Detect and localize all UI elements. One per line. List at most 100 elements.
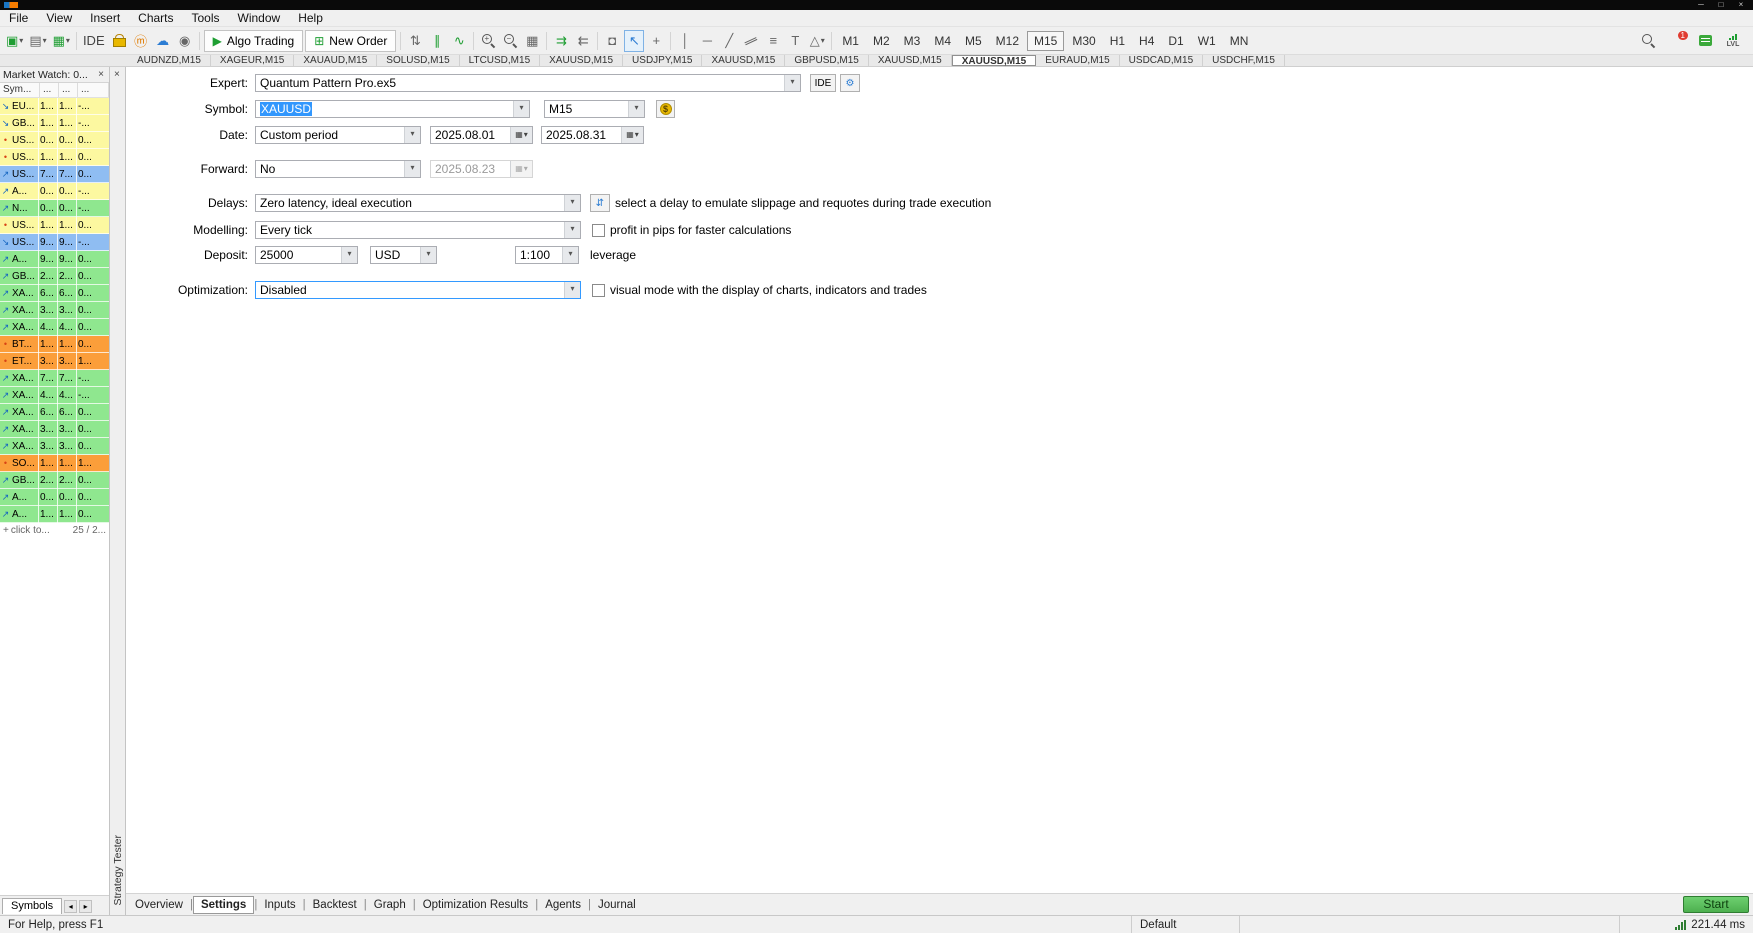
timeframe-button-m4[interactable]: M4 [928, 31, 957, 51]
chart-tab[interactable]: LTCUSD,M15 [460, 55, 541, 66]
chart-tab[interactable]: AUDNZD,M15 [128, 55, 211, 66]
cursor-button[interactable]: ↖ [624, 29, 645, 52]
zoom-out-button[interactable]: − [500, 30, 520, 52]
close-market-watch-button[interactable]: × [96, 69, 106, 80]
menu-window[interactable]: Window [229, 10, 290, 27]
expert-properties-button[interactable]: ⚙ [840, 74, 860, 92]
visual-mode-label[interactable]: visual mode with the display of charts, … [610, 281, 927, 299]
market-watch-row[interactable]: • ET... 3... 3... 1... [0, 353, 109, 370]
chart-tab[interactable]: USDCHF,M15 [1203, 55, 1285, 66]
timeframe-button-h1[interactable]: H1 [1104, 31, 1131, 51]
new-chart-button[interactable]: ▣ ▾ [4, 30, 25, 52]
depth-of-market-button[interactable]: ⇅ [405, 30, 425, 52]
deposit-currency-dropdown[interactable]: USD ▾ [370, 246, 437, 264]
add-symbol-button[interactable]: + click to... [3, 523, 50, 538]
chevron-down-icon[interactable]: ▾ [564, 195, 580, 211]
chevron-down-icon[interactable]: ▾ [628, 101, 644, 117]
cloud-button[interactable]: ☁ [153, 30, 173, 52]
market-watch-row[interactable]: ↘ EU... 1... 1... -... [0, 98, 109, 115]
chart-tab[interactable]: GBPUSD,M15 [785, 55, 869, 66]
trend-line-button[interactable]: ╱ [719, 30, 739, 52]
algo-trading-button[interactable]: ▶ Algo Trading [203, 29, 304, 52]
market-watch-row[interactable]: ↗ XA... 3... 3... 0... [0, 302, 109, 319]
market-watch-row[interactable]: ↗ XA... 4... 4... -... [0, 387, 109, 404]
profit-in-pips-checkbox[interactable] [592, 224, 605, 237]
chevron-down-icon[interactable]: ▾ [404, 161, 420, 177]
deposit-amount-dropdown[interactable]: 25000 ▾ [255, 246, 358, 264]
market-watch-row[interactable]: ↗ A... 0... 0... -... [0, 183, 109, 200]
tester-tab-optimization-results[interactable]: Optimization Results [416, 896, 535, 914]
delays-dropdown[interactable]: Zero latency, ideal execution ▾ [255, 194, 581, 212]
market-watch-row[interactable]: ↗ XA... 6... 6... 0... [0, 404, 109, 421]
templates-button[interactable]: ▦ ▾ [51, 30, 72, 52]
period-dropdown[interactable]: M15 ▾ [544, 100, 645, 118]
fibonacci-button[interactable]: ≡ [763, 30, 783, 52]
chart-tab[interactable]: XAUUSD,M15 [702, 55, 786, 66]
market-watch-row[interactable]: ↘ GB... 1... 1... -... [0, 115, 109, 132]
market-watch-row[interactable]: ↗ A... 1... 1... 0... [0, 506, 109, 523]
market-watch-row[interactable]: ↗ GB... 2... 2... 0... [0, 472, 109, 489]
market-depth-button[interactable]: ∥ [427, 30, 447, 52]
tester-tab-graph[interactable]: Graph [367, 896, 413, 914]
timeframe-button-m5[interactable]: M5 [959, 31, 988, 51]
timeframe-button-d1[interactable]: D1 [1162, 31, 1189, 51]
tick-chart-button[interactable]: ∿ [449, 30, 469, 52]
chart-tab[interactable]: XAUUSD,M15 [869, 55, 952, 66]
timeframe-button-m1[interactable]: M1 [836, 31, 865, 51]
maximize-button[interactable]: □ [1711, 0, 1731, 10]
date-to-field[interactable]: 2025.08.31 ▦ ▾ [541, 126, 644, 144]
tester-tab-journal[interactable]: Journal [591, 896, 643, 914]
chart-tab[interactable]: XAUUSD,M15 [951, 55, 1037, 66]
tester-tab-overview[interactable]: Overview [128, 896, 190, 914]
market-watch-row[interactable]: ↗ XA... 7... 7... -... [0, 370, 109, 387]
vps-button[interactable]: ◉ [175, 30, 195, 52]
chevron-down-icon[interactable]: ▾ [420, 247, 436, 263]
metaeditor-button[interactable]: ⓜ [131, 30, 151, 52]
market-watch-row[interactable]: • SO... 1... 1... 1... [0, 455, 109, 472]
delay-settings-button[interactable]: ⇵ [590, 194, 610, 212]
chevron-down-icon[interactable]: ▾ [341, 247, 357, 263]
ide-button[interactable]: IDE [81, 30, 107, 52]
tester-tab-inputs[interactable]: Inputs [257, 896, 302, 914]
chart-tab[interactable]: USDCAD,M15 [1120, 55, 1204, 66]
timeframe-button-mn[interactable]: MN [1224, 31, 1255, 51]
horizontal-line-button[interactable]: ─ [697, 30, 717, 52]
auto-scroll-button[interactable]: ⇉ [551, 30, 571, 52]
close-button[interactable]: × [1731, 0, 1751, 10]
market-watch-row[interactable]: ↗ A... 0... 0... 0... [0, 489, 109, 506]
screenshot-button[interactable]: ◘ [602, 30, 622, 52]
market-watch-row[interactable]: ↘ US... 9... 9... -... [0, 234, 109, 251]
search-button[interactable] [1638, 30, 1658, 52]
shapes-button[interactable]: △ ▾ [807, 30, 827, 52]
market-watch-row[interactable]: ↗ N... 0... 0... -... [0, 200, 109, 217]
tester-tab-agents[interactable]: Agents [538, 896, 588, 914]
chevron-down-icon[interactable]: ▾ [404, 127, 420, 143]
market-watch-row[interactable]: ↗ XA... 6... 6... 0... [0, 285, 109, 302]
chart-tab[interactable]: XAGEUR,M15 [211, 55, 295, 66]
optimization-dropdown[interactable]: Disabled ▾ [255, 281, 581, 299]
column-header-1[interactable]: ... [40, 83, 59, 97]
column-header-3[interactable]: ... [78, 83, 109, 97]
market-watch-row[interactable]: ↗ GB... 2... 2... 0... [0, 268, 109, 285]
crosshair-button[interactable]: + [646, 30, 666, 52]
market-watch-row[interactable]: ↗ A... 9... 9... 0... [0, 251, 109, 268]
market-watch-row[interactable]: • BT... 1... 1... 0... [0, 336, 109, 353]
leverage-dropdown[interactable]: 1:100 ▾ [515, 246, 579, 264]
date-picker-button[interactable]: ▦ ▾ [510, 127, 532, 143]
symbol-dropdown[interactable]: XAUUSD ▾ [255, 100, 530, 118]
scroll-left-button[interactable]: ◂ [64, 900, 78, 913]
timeframe-button-m3[interactable]: M3 [898, 31, 927, 51]
channel-button[interactable]: ∥ [741, 30, 761, 52]
timeframe-button-h4[interactable]: H4 [1133, 31, 1160, 51]
expert-dropdown[interactable]: Quantum Pattern Pro.ex5 ▾ [255, 74, 801, 92]
menu-view[interactable]: View [37, 10, 81, 27]
tile-windows-button[interactable]: ▦ [522, 30, 542, 52]
chevron-down-icon[interactable]: ▾ [564, 282, 580, 298]
close-strategy-tester-button[interactable]: × [114, 69, 120, 80]
lock-button[interactable] [109, 30, 129, 52]
tab-symbols[interactable]: Symbols [2, 898, 63, 914]
market-watch-row[interactable]: ↗ XA... 3... 3... 0... [0, 421, 109, 438]
menu-charts[interactable]: Charts [129, 10, 182, 27]
start-button[interactable]: Start [1683, 896, 1749, 913]
tester-tab-settings[interactable]: Settings [192, 895, 255, 914]
